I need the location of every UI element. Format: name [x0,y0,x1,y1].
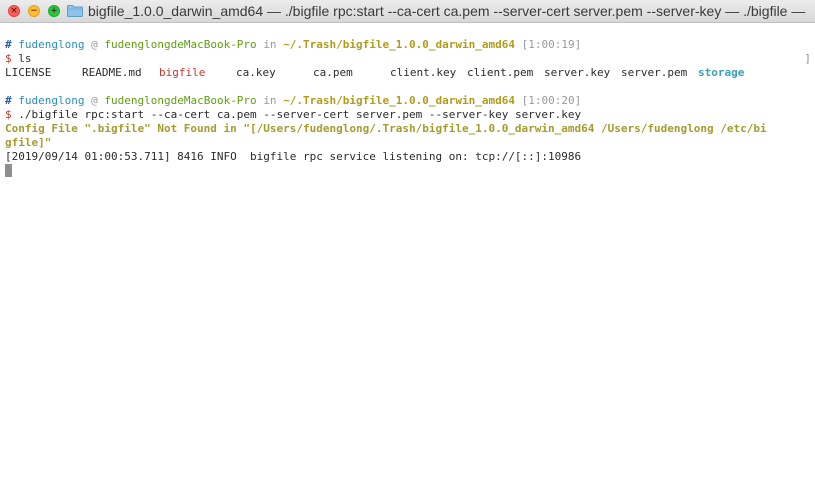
ls-item-bigfile: bigfile [159,66,206,79]
prompt-hash: # [5,38,12,51]
ls-item-client-key: client.key [390,66,457,79]
prompt-path: ~/.Trash/bigfile_1.0.0_darwin_amd64 [283,94,515,107]
ls-item-client-pem: client.pem [467,66,534,79]
ls-item-ca-pem: ca.pem [313,66,353,79]
prompt-at: @ [91,94,98,107]
close-button[interactable]: × [8,5,20,17]
prompt-line: # fudenglong @ fudenglongdeMacBook-Pro i… [5,94,811,108]
zoom-icon: + [50,6,58,16]
terminal-output[interactable]: # fudenglong @ fudenglongdeMacBook-Pro i… [5,38,811,178]
command-line: $ ls] [5,52,811,66]
error-line: Config File ".bigfile" Not Found in "[/U… [5,122,767,135]
prompt-at: @ [91,38,98,51]
minimize-button[interactable]: − [28,5,40,17]
minimize-icon: − [30,6,38,16]
title-bar[interactable]: × − + bigfile_1.0.0_darwin_amd64 — ./big… [0,0,815,23]
prompt-host: fudenglongdeMacBook-Pro [104,38,257,51]
line-edge-marker: ] [804,52,811,65]
ls-output: LICENSE README.md bigfile ca.key ca.pem clien… [5,66,811,80]
prompt-dollar: $ [5,52,12,65]
prompt-path: ~/.Trash/bigfile_1.0.0_darwin_amd64 [283,38,515,51]
prompt-time: [1:00:19] [521,38,582,51]
ls-item-readme: README.md [82,66,142,79]
zoom-button[interactable]: + [48,5,60,17]
ls-item-server-pem: server.pem [621,66,688,79]
prompt-in: in [263,94,277,107]
folder-icon [67,5,83,17]
prompt-hash: # [5,94,12,107]
prompt-line: # fudenglong @ fudenglongdeMacBook-Pro i… [5,38,811,52]
prompt-in: in [263,38,277,51]
command-line: $ ./bigfile rpc:start --ca-cert ca.pem -… [5,108,811,122]
prompt-user: fudenglong [18,94,85,107]
ls-item-ca-key: ca.key [236,66,276,79]
ls-item-server-key: server.key [544,66,611,79]
prompt-time: [1:00:20] [521,94,582,107]
prompt-host: fudenglongdeMacBook-Pro [104,94,257,107]
text-cursor [5,164,12,177]
window-title: bigfile_1.0.0_darwin_amd64 — ./bigfile r… [88,3,808,19]
prompt-dollar: $ [5,108,12,121]
command-text: ./bigfile rpc:start --ca-cert ca.pem --s… [18,108,582,121]
ls-item-storage: storage [698,66,745,79]
error-line-continued: gfile]" [5,136,52,149]
cursor-line [5,164,811,178]
terminal-window: × − + bigfile_1.0.0_darwin_amd64 — ./big… [0,0,815,477]
log-line: [2019/09/14 01:00:53.711] 8416 INFO bigf… [5,150,582,163]
prompt-user: fudenglong [18,38,85,51]
ls-item-license: LICENSE [5,66,52,79]
close-icon: × [10,6,18,16]
command-text: ls [18,52,32,65]
